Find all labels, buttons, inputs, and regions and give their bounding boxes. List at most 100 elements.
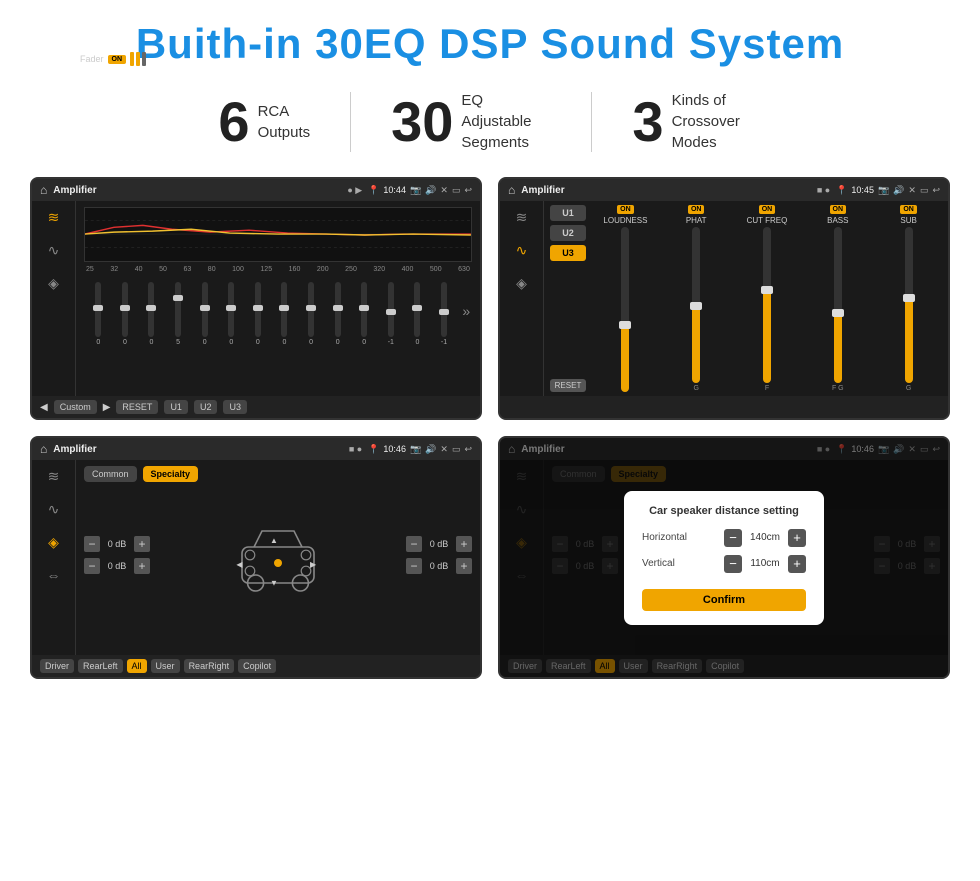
back-icon-2[interactable]: ↩ <box>932 185 940 196</box>
speaker-icon[interactable]: ◈ <box>48 275 59 292</box>
volume-icon-3: 🔊 <box>425 444 436 455</box>
speaker-icon-3[interactable]: ◈ <box>48 534 59 551</box>
copilot-button[interactable]: Copilot <box>238 659 276 673</box>
vertical-plus-button[interactable]: + <box>788 555 806 573</box>
home-icon[interactable]: ⌂ <box>40 183 47 197</box>
eq-label-200: 200 <box>317 266 329 273</box>
vertical-minus-button[interactable]: − <box>724 555 742 573</box>
cross-sub: ON SUB G <box>875 205 942 392</box>
cutfreq-slider[interactable] <box>763 227 771 383</box>
vol-plus-fl[interactable]: + <box>134 536 150 552</box>
vol-plus-rl[interactable]: + <box>134 558 150 574</box>
cross-reset-button[interactable]: RESET <box>550 379 586 392</box>
page-title: Buith-in 30EQ DSP Sound System <box>30 20 950 68</box>
home-icon-3[interactable]: ⌂ <box>40 442 47 456</box>
eq-slider-14[interactable]: -1 <box>432 282 457 346</box>
stat-rca-number: 6 <box>218 94 249 150</box>
arrows-icon[interactable]: ⇔ <box>47 567 61 583</box>
cross-u3-button[interactable]: U3 <box>550 245 586 261</box>
eq-next-button[interactable]: ▶ <box>103 402 111 413</box>
stat-crossover-number: 3 <box>632 94 663 150</box>
driver-button[interactable]: Driver <box>40 659 74 673</box>
close-icon-2: ✕ <box>908 185 916 196</box>
confirm-button[interactable]: Confirm <box>642 589 806 611</box>
fader-tab-common[interactable]: Common <box>84 466 137 482</box>
eq-mode-icon-3[interactable]: ≋ <box>48 468 60 485</box>
eq-slider-5[interactable]: 0 <box>192 282 217 346</box>
phat-freq: G <box>693 385 698 392</box>
rearright-button[interactable]: RearRight <box>184 659 235 673</box>
eq-slider-9[interactable]: 0 <box>299 282 324 346</box>
eq-slider-2[interactable]: 0 <box>113 282 138 346</box>
vol-minus-rl[interactable]: − <box>84 558 100 574</box>
dialog-horizontal-row: Horizontal − 140cm + <box>642 529 806 547</box>
eq-slider-12[interactable]: -1 <box>379 282 404 346</box>
horizontal-plus-button[interactable]: + <box>788 529 806 547</box>
eq-slider-11[interactable]: 0 <box>352 282 377 346</box>
eq-u1-button[interactable]: U1 <box>164 400 188 414</box>
back-icon[interactable]: ↩ <box>464 185 472 196</box>
horizontal-minus-button[interactable]: − <box>724 529 742 547</box>
phat-on-badge: ON <box>688 205 705 214</box>
rearleft-button[interactable]: RearLeft <box>78 659 123 673</box>
fader-left-controls: − 0 dB + − 0 dB + <box>84 488 150 621</box>
screen1-title: Amplifier <box>53 185 341 196</box>
eq-label-40: 40 <box>135 266 143 273</box>
eq-slider-3[interactable]: 0 <box>139 282 164 346</box>
wave-icon-2[interactable]: ∿ <box>516 242 528 259</box>
bass-slider[interactable] <box>834 227 842 383</box>
eq-prev-button[interactable]: ◀ <box>40 402 48 413</box>
phat-slider[interactable] <box>692 227 700 383</box>
eq-label-63: 63 <box>183 266 191 273</box>
home-icon-2[interactable]: ⌂ <box>508 183 515 197</box>
screens-grid: ⌂ Amplifier ● ▶ 📍 10:44 📷 🔊 ✕ ▭ ↩ ≋ ∿ ◈ <box>30 177 950 679</box>
vol-minus-fl[interactable]: − <box>84 536 100 552</box>
cross-u2-button[interactable]: U2 <box>550 225 586 241</box>
eq-mode-icon[interactable]: ≋ <box>48 209 60 226</box>
wave-icon-3[interactable]: ∿ <box>48 501 60 518</box>
eq-slider-7[interactable]: 0 <box>246 282 271 346</box>
minimize-icon-2: ▭ <box>920 185 929 196</box>
cross-phat: ON PHAT G <box>663 205 730 392</box>
eq-u2-button[interactable]: U2 <box>194 400 218 414</box>
eq-slider-10[interactable]: 0 <box>325 282 350 346</box>
eq-slider-6[interactable]: 0 <box>219 282 244 346</box>
stat-rca-label: RCAOutputs <box>258 101 311 143</box>
topbar-icons-2: 📍 10:45 📷 🔊 ✕ ▭ ↩ <box>836 185 940 196</box>
dialog-vertical-row: Vertical − 110cm + <box>642 555 806 573</box>
eq-slider-1[interactable]: 0 <box>86 282 111 346</box>
all-button[interactable]: All <box>127 659 147 673</box>
stat-eq-number: 30 <box>391 94 453 150</box>
eq-mode-icon-2[interactable]: ≋ <box>516 209 528 226</box>
eq-reset-button[interactable]: RESET <box>116 400 158 414</box>
cross-u1-button[interactable]: U1 <box>550 205 586 221</box>
location-icon-3: 📍 <box>368 444 379 455</box>
minimize-icon: ▭ <box>452 185 461 196</box>
svg-text:◀: ◀ <box>236 560 243 569</box>
screen2-title: Amplifier <box>521 185 811 196</box>
vol-ctrl-rl: − 0 dB + <box>84 558 150 574</box>
topbar-icons-3: 📍 10:46 📷 🔊 ✕ ▭ ↩ <box>368 444 472 455</box>
speaker-icon-2[interactable]: ◈ <box>516 275 527 292</box>
eq-slider-13[interactable]: 0 <box>405 282 430 346</box>
loudness-slider[interactable] <box>621 227 629 392</box>
screen1-bottom-bar: ◀ Custom ▶ RESET U1 U2 U3 <box>32 396 480 418</box>
eq-slider-8[interactable]: 0 <box>272 282 297 346</box>
user-button[interactable]: User <box>151 659 180 673</box>
volume-icon: 🔊 <box>425 185 436 196</box>
back-icon-3[interactable]: ↩ <box>464 444 472 455</box>
wave-icon[interactable]: ∿ <box>48 242 60 259</box>
vol-plus-fr[interactable]: + <box>456 536 472 552</box>
stats-row: 6 RCAOutputs 30 EQ AdjustableSegments 3 … <box>30 90 950 153</box>
vol-minus-rr[interactable]: − <box>406 558 422 574</box>
fader-right-controls: − 0 dB + − 0 dB + <box>406 488 472 621</box>
cutfreq-val: F <box>765 385 769 392</box>
eq-slider-4[interactable]: 5 <box>166 282 191 346</box>
sub-slider[interactable] <box>905 227 913 383</box>
eq-u3-button[interactable]: U3 <box>223 400 247 414</box>
vol-plus-rr[interactable]: + <box>456 558 472 574</box>
eq-preset-custom[interactable]: Custom <box>54 400 97 414</box>
fader-tab-specialty[interactable]: Specialty <box>143 466 199 482</box>
eq-more-icon[interactable]: » <box>462 303 470 319</box>
vol-minus-fr[interactable]: − <box>406 536 422 552</box>
